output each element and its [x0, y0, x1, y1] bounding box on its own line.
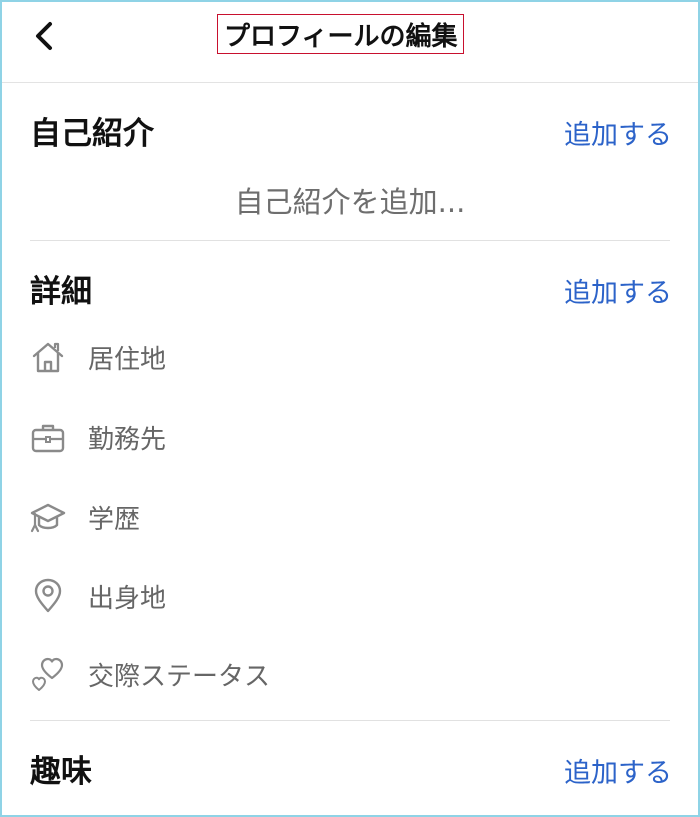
detail-item-label: 学歴 — [88, 504, 141, 535]
hearts-icon — [30, 656, 66, 692]
detail-item-label: 勤務先 — [88, 424, 167, 455]
hobbies-section-title: 趣味 — [30, 754, 92, 790]
detail-item-relationship[interactable]: 交際ステータス — [30, 652, 630, 696]
detail-item-label: 交際ステータス — [88, 661, 271, 692]
section-divider — [30, 720, 670, 721]
home-icon — [30, 339, 66, 375]
bio-placeholder[interactable]: 自己紹介を追加... — [2, 182, 698, 222]
header-bar: プロフィールの編集 — [2, 2, 698, 83]
detail-item-label: 居住地 — [88, 344, 167, 375]
bio-section-title: 自己紹介 — [30, 116, 154, 152]
detail-item-label: 出身地 — [88, 583, 167, 614]
add-bio-button[interactable]: 追加する — [564, 116, 672, 156]
location-pin-icon — [30, 578, 66, 614]
add-hobbies-button[interactable]: 追加する — [564, 754, 672, 794]
detail-item-education[interactable]: 学歴 — [30, 495, 630, 539]
page-title: プロフィールの編集 — [217, 14, 465, 54]
detail-item-hometown[interactable]: 出身地 — [30, 574, 630, 618]
section-divider — [30, 240, 670, 241]
briefcase-icon — [30, 419, 66, 455]
details-section-title: 詳細 — [30, 274, 92, 310]
chevron-left-icon — [36, 22, 52, 50]
profile-edit-screen: プロフィールの編集 自己紹介 追加する 自己紹介を追加... 詳細 追加する 居… — [0, 0, 700, 817]
add-details-button[interactable]: 追加する — [564, 274, 672, 314]
back-button[interactable] — [24, 16, 64, 56]
detail-item-residence[interactable]: 居住地 — [30, 335, 630, 379]
graduation-cap-icon — [30, 499, 66, 535]
detail-item-workplace[interactable]: 勤務先 — [30, 415, 630, 459]
